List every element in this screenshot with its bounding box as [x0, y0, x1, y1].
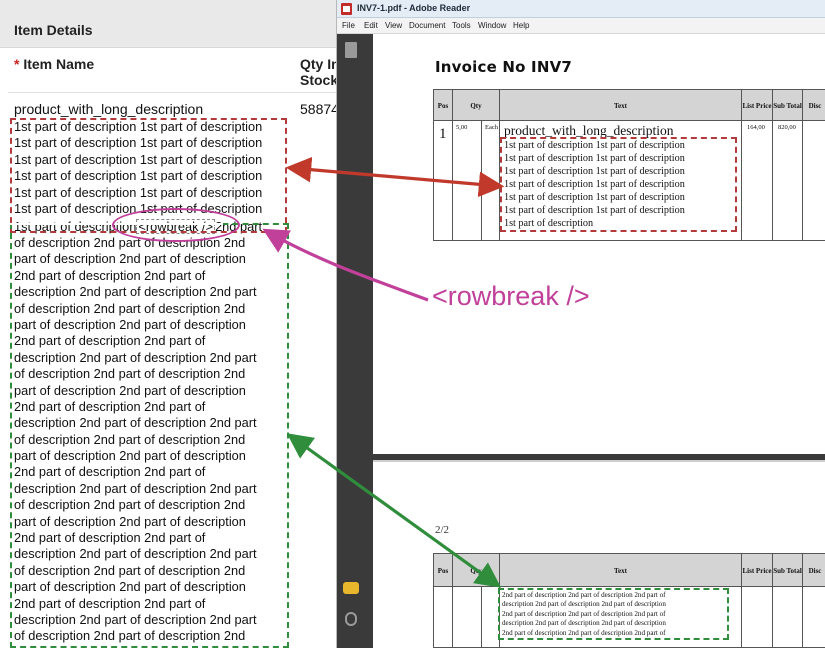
comment-icon[interactable]: [343, 582, 359, 594]
menu-view[interactable]: View: [385, 21, 402, 30]
header-qty: Qty: [453, 90, 500, 122]
header-text: Text: [500, 90, 742, 122]
page-number: 2/2: [435, 524, 450, 536]
menu-edit[interactable]: Edit: [364, 21, 378, 30]
item-details-form: Item Details * Item Name Qty In Stock pr…: [0, 0, 336, 648]
row-unit: Each: [485, 124, 498, 131]
table-row: 2nd part of description 2nd part of desc…: [433, 587, 825, 648]
window-title: INV7-1.pdf - Adobe Reader: [357, 3, 471, 13]
pdf-icon: [341, 3, 352, 15]
section-title: Item Details: [14, 22, 93, 38]
header-list-price: List Price: [742, 554, 773, 588]
required-mark: *: [14, 56, 20, 72]
header-disc: Disc: [808, 567, 822, 575]
pdf-part1-highlight-box: [500, 137, 737, 232]
attachment-icon[interactable]: [345, 612, 357, 626]
row-list-price: 164,00: [747, 124, 765, 131]
menu-tools[interactable]: Tools: [452, 21, 471, 30]
header-sub-total: Sub Total: [773, 90, 803, 122]
table-header-row: Pos Qty Text List Price Sub Total Disc: [433, 553, 825, 588]
invoice-table-page1: Pos Qty Text List Price Sub Total Disc 1…: [433, 89, 825, 241]
header-pos: Pos: [434, 554, 453, 588]
invoice-table-page2: Pos Qty Text List Price Sub Total Disc 2…: [433, 553, 825, 648]
item-name-header-label: Item Name: [23, 56, 95, 72]
menu-document[interactable]: Document: [409, 21, 445, 30]
item-name-value[interactable]: product_with_long_description: [14, 101, 203, 117]
header-text: Text: [500, 554, 742, 588]
pdf-part2-highlight-box: [498, 588, 729, 640]
menu-help[interactable]: Help: [513, 21, 529, 30]
header-divider: [8, 92, 336, 93]
adobe-reader-window: INV7-1.pdf - Adobe Reader File Edit View…: [336, 0, 825, 648]
table-row: 1 5,00 Each product_with_long_descriptio…: [433, 121, 825, 241]
window-titlebar: INV7-1.pdf - Adobe Reader: [337, 0, 825, 18]
item-name-column-header: * Item Name: [14, 56, 94, 72]
header-qty: Qty: [453, 554, 500, 588]
menu-file[interactable]: File: [342, 21, 355, 30]
rowbreak-annotation-label: <rowbreak />: [432, 281, 590, 311]
pages-icon[interactable]: [345, 42, 357, 58]
table-header-row: Pos Qty Text List Price Sub Total Disc: [433, 89, 825, 122]
header-sub-total: Sub Total: [773, 554, 803, 588]
part2-highlight-box: [10, 223, 289, 648]
row-pos: 1: [439, 126, 447, 142]
header-list-price: List Price: [742, 90, 773, 122]
section-header: Item Details: [0, 0, 336, 48]
menu-window[interactable]: Window: [478, 21, 506, 30]
row-sub-total: 820,00: [778, 124, 796, 131]
menu-bar: File Edit View Document Tools Window Hel…: [337, 18, 825, 34]
qty-in-stock-value: 58874: [300, 101, 336, 117]
header-pos: Pos: [434, 90, 453, 122]
rowbreak-highlight-oval: [112, 208, 240, 242]
header-disc: Disc: [808, 102, 822, 110]
navigation-pane: [337, 34, 373, 648]
qty-in-stock-column-header: Qty In Stock: [300, 56, 336, 88]
page-separator-edge: [373, 460, 825, 462]
row-qty: 5,00: [456, 124, 468, 131]
invoice-title: Invoice No INV7: [435, 58, 573, 76]
